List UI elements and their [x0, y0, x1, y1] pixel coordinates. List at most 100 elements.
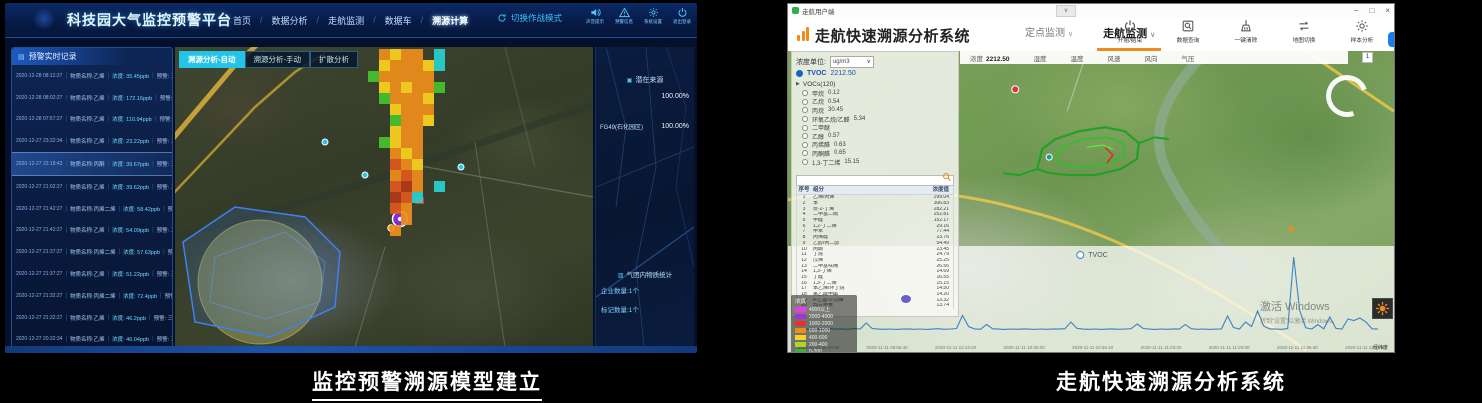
switch-mode-button[interactable]: 切换作战模式	[497, 12, 562, 24]
plume-cell	[434, 49, 445, 60]
species-row[interactable]: 丙烯醛0.63	[802, 141, 954, 150]
field-separator: |	[65, 138, 67, 144]
field-separator: |	[152, 138, 154, 144]
nav-item-3[interactable]: 数据车	[385, 14, 412, 27]
unit-row: 浓度单位: ug/m3 ∨	[796, 55, 954, 68]
route-map[interactable]: 浓度2212.50湿度温度风速风向气压 浓度单位: ug/m3 ∨ TVOC 2…	[788, 51, 1394, 353]
radio-icon[interactable]	[802, 90, 808, 96]
species-row[interactable]: 乙醇0.57	[802, 132, 954, 141]
species-row[interactable]: 甲烷0.12	[802, 89, 954, 98]
plume-cell	[434, 181, 445, 192]
radio-icon[interactable]	[802, 107, 808, 113]
species-row[interactable]: 1,3-丁二烯 15.15	[802, 158, 954, 167]
plume-cell	[401, 115, 412, 126]
plume-cell	[390, 126, 401, 137]
species-row[interactable]: 环氧乙烷/乙醛5.34	[802, 115, 954, 124]
alert-record-row[interactable]: 2020-12-27 21:02:27|物质名称:乙烯|浓度: 39.62ppb…	[12, 176, 172, 198]
maximize-button[interactable]: □	[1369, 4, 1374, 17]
radio-icon[interactable]	[802, 133, 808, 139]
alert-record-row[interactable]: 2020-12-27 21:32:27|物质名称:乙烯|浓度: 46.2ppb|…	[12, 307, 172, 329]
tvoc-row[interactable]: TVOC 2212.50	[796, 68, 954, 79]
species-row[interactable]: 二甲醚	[802, 123, 954, 132]
tab-定点监测[interactable]: 定点监测∨	[1023, 17, 1075, 51]
record-field: 浓度: 110.94ppb	[112, 115, 152, 123]
unit-select[interactable]: ug/m3 ∨	[830, 56, 874, 68]
alert-record-row[interactable]: 2020-12-27 22:18:43|物质名称:丙酮|浓度: 39.67ppb…	[12, 152, 172, 176]
species-name: 1,3-丁二烯	[812, 158, 840, 167]
alert-record-row[interactable]: 2020-12-27 21:42:27|物质名称:乙烯|浓度: 54.09ppb…	[12, 220, 172, 242]
airmass-stat-line: 标记数量:1个	[601, 304, 639, 314]
alert-record-list[interactable]: 2020-12-28 08:12:27|物质名称:乙烯|浓度: 35.45ppb…	[12, 65, 172, 348]
species-value: 15.15	[844, 159, 859, 165]
alert-panel-header: ▤ 预警实时记录	[12, 48, 172, 65]
search-icon[interactable]	[942, 169, 952, 179]
speaker-button[interactable]: 声音提示	[584, 7, 606, 25]
alert-record-row[interactable]: 2020-12-28 08:02:27|物质名称:乙烯|浓度: 172.16pp…	[12, 87, 172, 109]
nav-item-2[interactable]: 走航监测	[328, 14, 364, 27]
alert-record-row[interactable]: 2020-12-27 21:32:27|物质名称:丙烯二烯|浓度: 72.4pp…	[12, 285, 172, 307]
radio-icon[interactable]	[802, 99, 808, 105]
species-row[interactable]: 乙烷0.54	[802, 98, 954, 107]
legend-range: 2000-4000	[809, 314, 833, 320]
vocs-group-row[interactable]: ▶ VOCs(120)	[796, 79, 954, 89]
close-button[interactable]: ×	[1385, 4, 1390, 17]
alert-record-row[interactable]: 2020-12-28 07:57:27|物质名称:乙烯|浓度: 110.94pp…	[12, 109, 172, 131]
zoom-level-box[interactable]: 1	[1362, 52, 1373, 63]
toolbar-query-button[interactable]: 数据查询	[1170, 19, 1206, 44]
antivirus-tray-icon[interactable]	[1372, 298, 1393, 319]
field-separator: |	[65, 293, 67, 299]
gear-button[interactable]: 系统设置	[642, 7, 664, 25]
plume-cell	[412, 148, 423, 159]
alert-record-row[interactable]: 2020-12-28 08:12:27|物质名称:乙烯|浓度: 35.45ppb…	[12, 65, 172, 87]
toolbar-gear-button[interactable]: 样本分析	[1344, 19, 1380, 44]
species-row[interactable]: 丙酮醛0.65	[802, 149, 954, 158]
map-zoom-pager[interactable]: 1	[1362, 52, 1373, 63]
plume-cell	[379, 49, 390, 60]
alert-record-row[interactable]: 2020-12-27 21:37:27|物质名称:乙烯|浓度: 51.22ppb…	[12, 263, 172, 285]
record-field: 2020-12-27 23:32:34	[16, 138, 62, 144]
legend-item: 1000-2000	[795, 320, 853, 327]
power-button[interactable]: 退出登录	[671, 7, 693, 25]
env-field: 风向	[1145, 53, 1158, 63]
plume-cell	[390, 159, 401, 170]
analysis-tab-1[interactable]: 溯源分析-手动	[245, 51, 311, 68]
field-separator: |	[160, 293, 162, 299]
species-row[interactable]: 丙烷30.45	[802, 106, 954, 115]
satellite-map[interactable]: 溯源分析-自动溯源分析-手动扩散分析	[175, 47, 593, 347]
field-separator: |	[155, 116, 157, 122]
env-field: 温度	[1071, 53, 1084, 63]
nav-item-1[interactable]: 数据分析	[272, 14, 308, 27]
titlebar-dropdown[interactable]: ∨	[1056, 5, 1076, 17]
radio-icon[interactable]	[802, 142, 808, 148]
toolbar-power-button[interactable]: 开始/结束	[1112, 19, 1148, 44]
minimize-button[interactable]: −	[1354, 4, 1359, 17]
toolbar-label: 开始/结束	[1113, 35, 1147, 44]
alert-record-row[interactable]: 2020-12-27 23:32:34|物质名称:乙烯|浓度: 23.22ppb…	[12, 130, 172, 152]
alert-panel-title: 预警实时记录	[29, 51, 77, 62]
message-icon: ▥	[618, 273, 624, 279]
plume-cell	[412, 159, 423, 170]
field-separator: |	[65, 206, 67, 212]
chart-legend[interactable]: TVOC	[1076, 251, 1107, 259]
radio-icon[interactable]	[802, 150, 808, 156]
radio-icon[interactable]	[802, 125, 808, 131]
alert-record-row[interactable]: 2020-12-27 21:37:27|物质名称:丙烯二烯|浓度: 57.63p…	[12, 241, 172, 263]
search-input[interactable]	[796, 175, 954, 186]
alert-record-row[interactable]: 2020-12-27 21:42:27|物质名称:丙烯二烯|浓度: 58.42p…	[12, 198, 172, 220]
side-button-partial[interactable]	[1388, 32, 1395, 47]
species-panel: 浓度单位: ug/m3 ∨ TVOC 2212.50 ▶ VOCs(120) 甲…	[791, 51, 959, 317]
nav-item-0[interactable]: 首页	[233, 14, 251, 27]
radio-icon[interactable]	[802, 116, 808, 122]
potential-source-header: ▣潜在来源	[596, 75, 694, 85]
nav-item-4[interactable]: 溯源计算	[432, 14, 468, 27]
toolbar-broom-button[interactable]: 一键清除	[1228, 19, 1264, 44]
warning-button[interactable]: 预警信息	[613, 7, 635, 25]
unit-label: 浓度单位:	[796, 57, 826, 67]
analysis-tab-0[interactable]: 溯源分析-自动	[179, 51, 245, 68]
record-field: 浓度: 57.63ppb	[123, 248, 160, 256]
x-axis-tick-label: 2020-11-11 10:46:40	[1072, 345, 1113, 350]
gear-icon	[1344, 19, 1380, 33]
analysis-tab-2[interactable]: 扩散分析	[310, 51, 358, 68]
radio-icon[interactable]	[802, 159, 808, 165]
toolbar-swap-button[interactable]: 地图切换	[1286, 19, 1322, 44]
